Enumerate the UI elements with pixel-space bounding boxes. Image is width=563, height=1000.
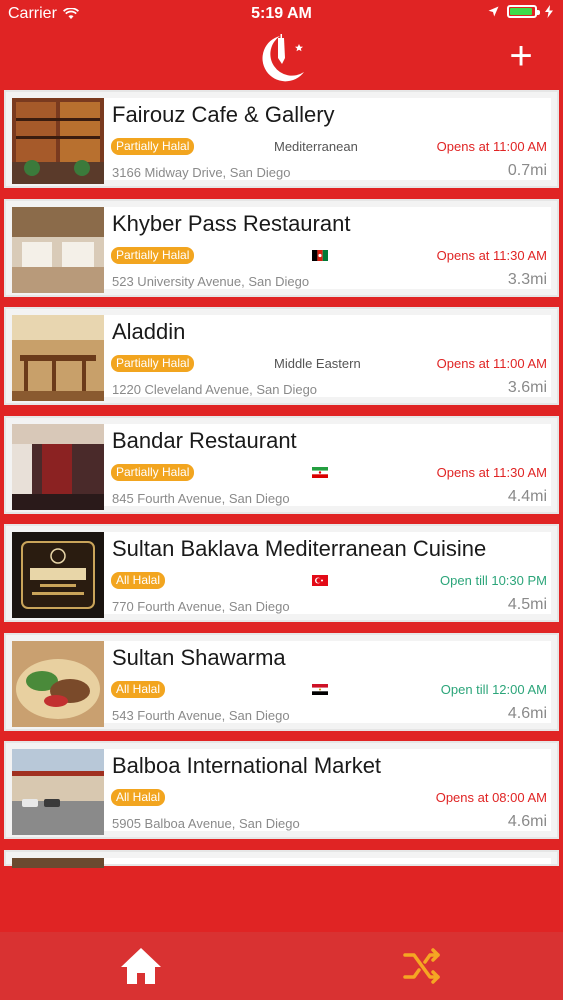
- restaurant-photo: [12, 857, 104, 868]
- opening-hours: Opens at 11:30 AM: [436, 464, 547, 480]
- distance-label: 0.7mi: [507, 162, 547, 179]
- restaurant-card[interactable]: Sultan Baklava Mediterranean Cuisine All…: [4, 524, 559, 622]
- halal-status-badge: Partially Halal: [111, 463, 195, 481]
- restaurant-address: 523 University Avenue, San Diego: [112, 273, 310, 289]
- egypt-flag-icon: [312, 683, 328, 695]
- afghanistan-flag-icon: [312, 249, 328, 261]
- halal-status-badge: Partially Halal: [111, 246, 195, 264]
- restaurant-card[interactable]: Sultan Shawarma All Halal Open till 12:0…: [4, 632, 559, 731]
- halal-status-badge: All Halal: [111, 680, 166, 698]
- shuffle-icon[interactable]: [402, 946, 442, 986]
- halal-status-badge: All Halal: [111, 789, 166, 806]
- restaurant-list[interactable]: Fairouz Cafe & Gallery Partially Halal M…: [4, 90, 559, 876]
- cuisine-label: Middle Eastern: [274, 356, 361, 371]
- status-bar: Carrier 5:19 AM: [0, 0, 563, 28]
- opening-hours: Opens at 11:00 AM: [436, 139, 547, 154]
- opening-hours: Opens at 11:00 AM: [436, 356, 547, 371]
- opening-hours: Open till 10:30 PM: [440, 573, 547, 588]
- restaurant-name: Fairouz Cafe & Gallery: [112, 102, 335, 127]
- tab-bar: [0, 932, 563, 1000]
- nav-bar: +: [0, 28, 563, 88]
- restaurant-name: Aladdin: [112, 319, 186, 344]
- restaurant-name: Khyber Pass Restaurant: [112, 210, 351, 236]
- battery-icon: [507, 5, 540, 18]
- cuisine-label: Mediterranean: [274, 139, 358, 154]
- distance-label: 4.6mi: [507, 704, 547, 722]
- restaurant-address: 845 Fourth Avenue, San Diego: [112, 490, 290, 506]
- restaurant-address: 770 Fourth Avenue, San Diego: [112, 599, 290, 614]
- distance-label: 4.5mi: [507, 596, 547, 613]
- restaurant-photo: [12, 749, 104, 835]
- restaurant-card[interactable]: Fairouz Cafe & Gallery Partially Halal M…: [4, 90, 559, 188]
- distance-label: 3.6mi: [507, 379, 547, 396]
- restaurant-card[interactable]: Aladdin Partially Halal Middle Eastern O…: [4, 307, 559, 405]
- distance-label: 4.4mi: [507, 487, 547, 505]
- iran-flag-icon: [312, 466, 328, 478]
- clock: 5:19 AM: [251, 5, 312, 22]
- opening-hours: Opens at 08:00 AM: [435, 790, 547, 805]
- turkey-flag-icon: [312, 575, 328, 586]
- opening-hours: Open till 12:00 AM: [440, 681, 547, 697]
- restaurant-photo: [12, 532, 104, 618]
- restaurant-address: 1220 Cleveland Avenue, San Diego: [112, 382, 318, 397]
- charging-bolt-icon: [545, 5, 553, 18]
- restaurant-photo: [12, 315, 104, 401]
- restaurant-photo: [12, 206, 104, 293]
- home-icon[interactable]: [120, 946, 162, 986]
- restaurant-card[interactable]: Balboa International Market All Halal Op…: [4, 741, 559, 839]
- restaurant-photo: [12, 640, 104, 727]
- halal-status-badge: Partially Halal: [111, 138, 195, 155]
- restaurant-card[interactable]: [4, 849, 559, 868]
- restaurant-name: Sultan Baklava Mediterranean Cuisine: [112, 536, 487, 561]
- add-restaurant-button[interactable]: +: [499, 36, 543, 80]
- app-logo-crescent-icon: [262, 34, 304, 82]
- restaurant-address: 5905 Balboa Avenue, San Diego: [112, 816, 300, 831]
- distance-label: 3.3mi: [507, 270, 547, 288]
- restaurant-card[interactable]: Bandar Restaurant Partially Halal Opens …: [4, 415, 559, 514]
- distance-label: 4.6mi: [507, 813, 547, 830]
- restaurant-address: 543 Fourth Avenue, San Diego: [112, 707, 290, 723]
- location-arrow-icon: [488, 6, 499, 17]
- restaurant-card[interactable]: Khyber Pass Restaurant Partially Halal O…: [4, 198, 559, 297]
- restaurant-name: Sultan Shawarma: [112, 644, 286, 670]
- restaurant-name: Bandar Restaurant: [112, 427, 297, 453]
- halal-status-badge: Partially Halal: [111, 355, 195, 372]
- opening-hours: Opens at 11:30 AM: [436, 247, 547, 263]
- restaurant-photo: [12, 98, 104, 184]
- restaurant-photo: [12, 423, 104, 510]
- restaurant-address: 3166 Midway Drive, San Diego: [112, 165, 291, 180]
- restaurant-name: Balboa International Market: [112, 753, 382, 778]
- halal-status-badge: All Halal: [111, 572, 166, 589]
